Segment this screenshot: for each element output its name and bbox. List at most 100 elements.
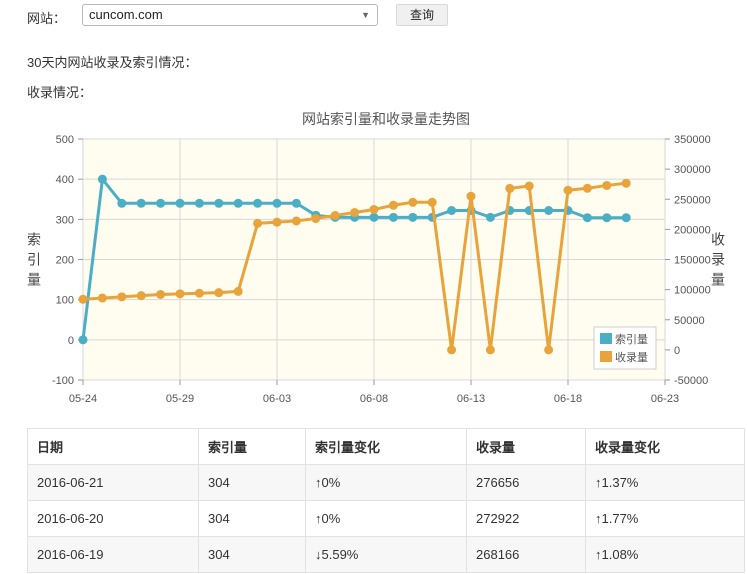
series-point xyxy=(156,289,166,299)
table-header-row: 日期 索引量 索引量变化 收录量 收录量变化 xyxy=(27,428,745,465)
series-point xyxy=(544,345,554,355)
header-records-change: 收录量变化 xyxy=(585,428,745,465)
series-point xyxy=(272,198,282,208)
header-records: 收录量 xyxy=(466,428,586,465)
cell-index: 304 xyxy=(198,464,306,501)
series-point xyxy=(602,180,612,190)
cell-index: 304 xyxy=(198,500,306,537)
site-label: 网站： xyxy=(27,11,67,26)
series-point xyxy=(97,293,107,303)
cell-records-change: ↑1.37% xyxy=(585,464,745,501)
axis-label-char: 收 xyxy=(711,232,725,248)
legend: 索引量 收录量 xyxy=(593,326,657,370)
x-tick-label: 06-03 xyxy=(263,393,291,405)
y-tick-label: 0 xyxy=(68,335,74,347)
chevron-down-icon: ▼ xyxy=(361,10,370,20)
series-point xyxy=(350,208,360,218)
right-axis-ticks: -50000 0 50000 100000 150000 200000 250000 3000… xyxy=(665,134,711,387)
y2-tick-label: 350000 xyxy=(674,134,711,146)
series-point xyxy=(485,345,495,355)
series-point xyxy=(117,198,127,208)
cell-date: 2016-06-20 xyxy=(27,500,199,537)
site-select-value: cuncom.com xyxy=(89,7,163,22)
series-point xyxy=(214,198,224,208)
cell-date: 2016-06-21 xyxy=(27,464,199,501)
series-point xyxy=(621,178,631,188)
series-point xyxy=(233,286,243,296)
cell-index: 304 xyxy=(198,536,306,573)
series-point xyxy=(447,345,457,355)
y-tick-label: 500 xyxy=(56,134,74,146)
series-point xyxy=(253,218,263,228)
series-point xyxy=(78,294,88,304)
series-point xyxy=(388,200,398,210)
y2-tick-label: 200000 xyxy=(674,224,711,236)
cell-index-change: ↓5.59% xyxy=(305,536,467,573)
series-point xyxy=(524,181,534,191)
series-point xyxy=(408,197,418,207)
y-tick-label: -100 xyxy=(52,375,74,387)
cell-date: 2016-06-19 xyxy=(27,536,199,573)
series-point xyxy=(194,198,204,208)
y-tick-label: 200 xyxy=(56,255,74,267)
cell-records: 268166 xyxy=(466,536,586,573)
series-point xyxy=(330,211,340,221)
series-point xyxy=(427,197,437,207)
y2-tick-label: 0 xyxy=(674,345,680,357)
series-point xyxy=(602,213,612,223)
y2-tick-label: 150000 xyxy=(674,255,711,267)
table-row: 2016-06-20 304 ↑0% 272922 ↑1.77% xyxy=(27,500,745,537)
legend-label-records: 收录量 xyxy=(615,350,648,364)
cell-records: 276656 xyxy=(466,464,586,501)
cell-index-change: ↑0% xyxy=(305,500,467,537)
cell-records-change: ↑1.77% xyxy=(585,500,745,537)
x-tick-label: 05-24 xyxy=(69,393,97,405)
series-point xyxy=(485,212,495,222)
series-point xyxy=(582,213,592,223)
cell-index-change: ↑0% xyxy=(305,464,467,501)
y2-tick-label: 300000 xyxy=(674,164,711,176)
series-point xyxy=(214,288,224,298)
site-select[interactable]: cuncom.com ▼ xyxy=(82,4,378,26)
series-point xyxy=(505,183,515,193)
left-axis-ticks: -100 0 100 200 300 400 500 xyxy=(52,134,83,387)
x-tick-label: 06-13 xyxy=(457,393,485,405)
series-point xyxy=(369,204,379,214)
axis-label-char: 索 xyxy=(27,232,41,248)
series-point xyxy=(156,198,166,208)
records-heading: 收录情况： xyxy=(27,85,93,100)
query-button[interactable]: 查询 xyxy=(396,4,448,26)
axis-label-char: 引 xyxy=(27,252,41,268)
series-point xyxy=(272,217,282,227)
summary-heading: 30天内网站收录及索引情况： xyxy=(27,55,198,70)
y-tick-label: 100 xyxy=(56,295,74,307)
axis-label-char: 录 xyxy=(711,252,725,268)
series-point xyxy=(175,198,185,208)
x-tick-label: 05-29 xyxy=(166,393,194,405)
records-table: 日期 索引量 索引量变化 收录量 收录量变化 2016-06-21 304 ↑0… xyxy=(27,428,745,573)
cell-records: 272922 xyxy=(466,500,586,537)
axis-label-char: 量 xyxy=(711,272,725,288)
y-tick-label: 400 xyxy=(56,174,74,186)
trend-chart: 网站索引量和收录量走势图 -100 0 100 200 300 400 500 -50000… xyxy=(27,111,725,405)
y2-tick-label: 50000 xyxy=(674,315,705,327)
series-point xyxy=(136,291,146,301)
y2-tick-label: 100000 xyxy=(674,285,711,297)
header-date: 日期 xyxy=(27,428,199,465)
series-point xyxy=(388,212,398,222)
cell-records-change: ↑1.08% xyxy=(585,536,745,573)
x-tick-label: 06-23 xyxy=(651,393,679,405)
series-point xyxy=(621,213,631,223)
series-point xyxy=(582,183,592,193)
series-point xyxy=(233,198,243,208)
series-point xyxy=(447,205,457,215)
x-tick-label: 06-08 xyxy=(360,393,388,405)
legend-label-index: 索引量 xyxy=(615,332,648,346)
series-point xyxy=(408,212,418,222)
table-row: 2016-06-21 304 ↑0% 276656 ↑1.37% xyxy=(27,464,745,501)
x-axis-ticks: 05-24 05-29 06-03 06-08 06-13 06-18 06-23 xyxy=(69,380,679,405)
chart-title: 网站索引量和收录量走势图 xyxy=(302,111,470,127)
series-point xyxy=(291,198,301,208)
y2-tick-label: -50000 xyxy=(674,375,708,387)
series-point xyxy=(136,198,146,208)
